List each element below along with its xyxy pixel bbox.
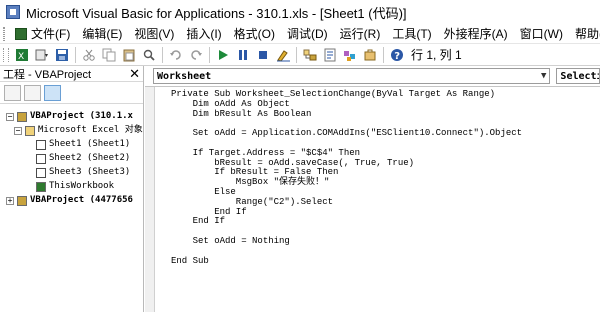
cursor-position: 行 1, 列 1 — [411, 48, 462, 62]
menu-format[interactable]: 格式(O) — [228, 24, 281, 44]
toggle-folders-icon[interactable] — [44, 84, 61, 101]
toolbox-icon[interactable] — [361, 46, 379, 64]
excel-icon[interactable]: X — [13, 46, 31, 64]
standard-toolbar: X ? 行 1, 列 1 — [0, 44, 600, 66]
window-title: Microsoft Visual Basic for Applications … — [26, 5, 407, 21]
code-combos: Worksheet ▼ Selectio — [145, 66, 600, 84]
toolbar-grip[interactable] — [3, 47, 9, 62]
tree-node-excel-objects[interactable]: − Microsoft Excel 对象 — [14, 124, 143, 137]
code-window: Worksheet ▼ Selectio Private Sub Workshe… — [145, 66, 600, 312]
code-line[interactable] — [171, 247, 591, 257]
run-icon[interactable] — [214, 46, 232, 64]
menu-run[interactable]: 运行(R) — [334, 24, 387, 44]
project-icon — [17, 111, 27, 122]
chevron-down-icon: ▼ — [541, 71, 547, 81]
view-object-icon[interactable] — [24, 84, 41, 101]
sheet-icon — [36, 139, 46, 150]
menu-grip[interactable] — [3, 26, 5, 41]
tree-node-sheet3[interactable]: Sheet3 (Sheet3) — [36, 166, 130, 179]
margin-indicator-bar[interactable] — [145, 87, 155, 312]
properties-icon[interactable] — [321, 46, 339, 64]
cut-icon[interactable] — [80, 46, 98, 64]
workbook-icon — [36, 181, 46, 192]
save-icon[interactable] — [53, 46, 71, 64]
break-icon[interactable] — [234, 46, 252, 64]
copy-icon[interactable] — [100, 46, 118, 64]
menu-addins[interactable]: 外接程序(A) — [438, 24, 514, 44]
expand-icon[interactable]: + — [6, 196, 14, 205]
toolbar-separator — [162, 46, 163, 63]
code-text[interactable]: Private Sub Worksheet_SelectionChange(By… — [171, 89, 591, 267]
help-icon[interactable]: ? — [388, 46, 406, 64]
object-dropdown-value: Worksheet — [157, 70, 212, 82]
tree-node-thisworkbook[interactable]: ThisWorkbook — [36, 180, 114, 193]
toolbar-separator — [75, 46, 76, 63]
procedure-dropdown[interactable]: Selectio — [556, 68, 600, 84]
tree-node-label: ThisWorkbook — [49, 181, 115, 191]
tree-node-label: Microsoft Excel 对象 — [38, 125, 143, 135]
code-line[interactable]: End If — [171, 207, 591, 218]
menu-window[interactable]: 窗口(W) — [514, 24, 569, 44]
project-explorer: 工程 - VBAProject ✕ − VBAProject (310.1.x … — [0, 66, 144, 312]
object-browser-icon[interactable] — [341, 46, 359, 64]
project-icon — [17, 195, 27, 206]
paste-icon[interactable] — [120, 46, 138, 64]
sheet-icon — [36, 153, 46, 164]
menu-debug[interactable]: 调试(D) — [281, 24, 334, 44]
design-mode-icon[interactable] — [274, 46, 292, 64]
tree-node-label: Sheet1 (Sheet1) — [49, 139, 131, 149]
menu-file[interactable]: 文件(F) — [9, 24, 76, 44]
menu-view[interactable]: 视图(V) — [128, 24, 180, 44]
tree-node-sheet2[interactable]: Sheet2 (Sheet2) — [36, 152, 130, 165]
vba-app-icon — [6, 5, 20, 19]
close-icon[interactable]: ✕ — [129, 67, 140, 80]
toolbar-separator — [296, 46, 297, 63]
procedure-dropdown-value: Selectio — [560, 70, 599, 82]
menu-help[interactable]: 帮助(H) — [569, 24, 600, 44]
project-explorer-icon[interactable] — [301, 46, 319, 64]
svg-text:X: X — [18, 52, 24, 62]
menu-insert[interactable]: 插入(I) — [180, 24, 227, 44]
svg-text:?: ? — [394, 51, 400, 62]
menu-bar: 文件(F) 编辑(E) 视图(V) 插入(I) 格式(O) 调试(D) 运行(R… — [0, 24, 600, 44]
code-line[interactable]: Set oAdd = Nothing — [171, 236, 591, 247]
folder-icon — [25, 125, 35, 136]
code-line[interactable]: End Sub — [171, 256, 591, 267]
menu-tools[interactable]: 工具(T) — [386, 24, 437, 44]
collapse-icon[interactable]: − — [14, 126, 22, 135]
code-editor[interactable]: Private Sub Worksheet_SelectionChange(By… — [145, 86, 600, 312]
tree-node-project-4477656[interactable]: + VBAProject (4477656 — [6, 194, 133, 207]
project-tree: − VBAProject (310.1.x − Microsoft Excel … — [0, 106, 143, 312]
toolbar-separator — [383, 46, 384, 63]
project-explorer-header: 工程 - VBAProject ✕ — [0, 66, 143, 82]
code-line[interactable]: End If — [171, 217, 591, 227]
code-line[interactable]: Dim bResult As Boolean — [171, 109, 591, 120]
object-dropdown[interactable]: Worksheet ▼ — [153, 68, 551, 84]
reset-icon[interactable] — [254, 46, 272, 64]
redo-icon[interactable] — [187, 46, 205, 64]
toolbar-separator — [209, 46, 210, 63]
code-line[interactable]: Set oAdd = Application.COMAddIns("ESClie… — [171, 128, 591, 139]
tree-node-sheet1[interactable]: Sheet1 (Sheet1) — [36, 138, 130, 151]
project-explorer-tools — [0, 82, 143, 104]
title-bar: Microsoft Visual Basic for Applications … — [0, 0, 600, 24]
tree-node-project-310[interactable]: − VBAProject (310.1.x — [6, 110, 133, 123]
insert-icon[interactable] — [33, 46, 51, 64]
menu-edit[interactable]: 编辑(E) — [76, 24, 128, 44]
undo-icon[interactable] — [167, 46, 185, 64]
tree-node-label: Sheet3 (Sheet3) — [49, 167, 131, 177]
collapse-icon[interactable]: − — [6, 112, 14, 121]
tree-node-label: Sheet2 (Sheet2) — [49, 153, 131, 163]
view-code-icon[interactable] — [4, 84, 21, 101]
find-icon[interactable] — [140, 46, 158, 64]
sheet-icon — [36, 167, 46, 178]
document-icon — [15, 27, 27, 40]
tree-node-label: VBAProject (4477656 — [30, 195, 133, 205]
project-explorer-title: 工程 - VBAProject — [3, 68, 92, 81]
tree-node-label: VBAProject (310.1.x — [30, 111, 133, 121]
